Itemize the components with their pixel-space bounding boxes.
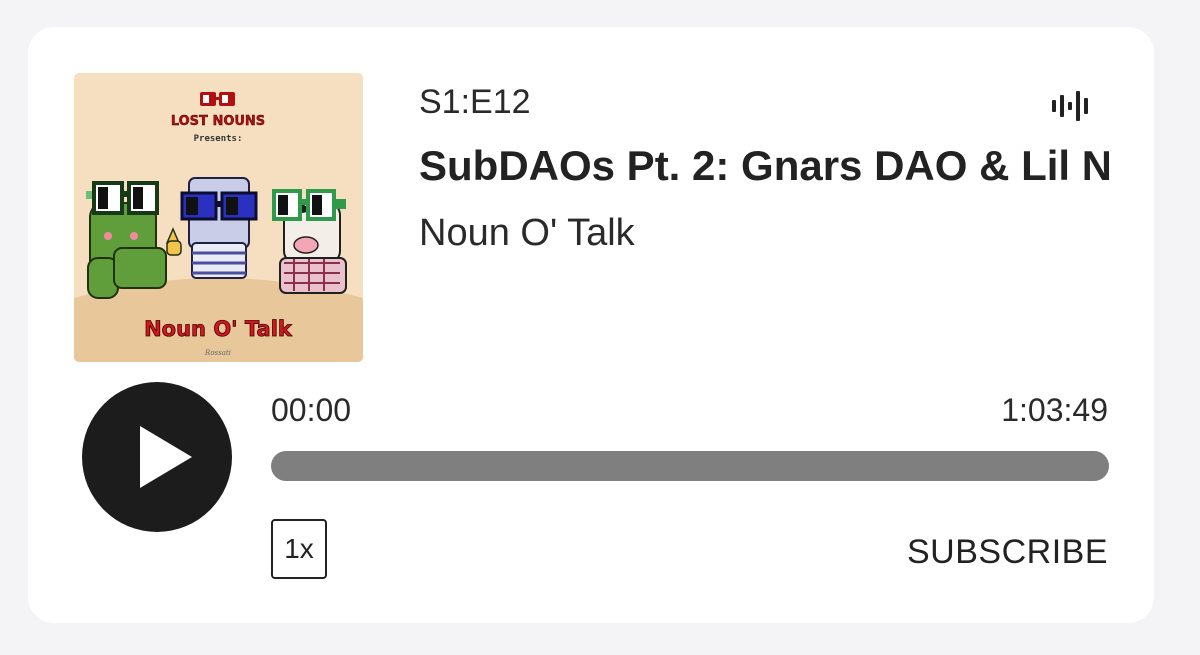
logo-text: LOST NOUNS [171,114,265,129]
playback-speed-button[interactable]: 1x [271,519,327,579]
subscribe-button[interactable]: SUBSCRIBE [907,533,1108,572]
play-icon [140,426,192,488]
green-noggles [86,181,159,215]
cover-signature: Rossati [204,349,231,357]
duration: 1:03:49 [1001,392,1108,428]
progress-bar[interactable] [271,451,1109,481]
blue-character [180,177,258,279]
presents-text: Presents: [194,134,243,144]
cover-show-text: Noun O' Talk [144,317,293,341]
episode-title: SubDAOs Pt. 2: Gnars DAO & Lil Nouns [419,142,1109,189]
waveform-icon [1052,91,1088,121]
cover-art: LOST NOUNS Presents: Noun O' Talk Rossat… [74,73,363,362]
podcast-player-card: LOST NOUNS Presents: Noun O' Talk Rossat… [28,27,1154,623]
episode-number: S1:E12 [419,83,531,121]
current-time: 00:00 [271,392,352,428]
checkered-character [272,189,347,294]
play-button[interactable] [82,382,232,532]
cover-art-illustration: LOST NOUNS Presents: Noun O' Talk Rossat… [74,73,363,362]
show-name: Noun O' Talk [419,212,635,254]
